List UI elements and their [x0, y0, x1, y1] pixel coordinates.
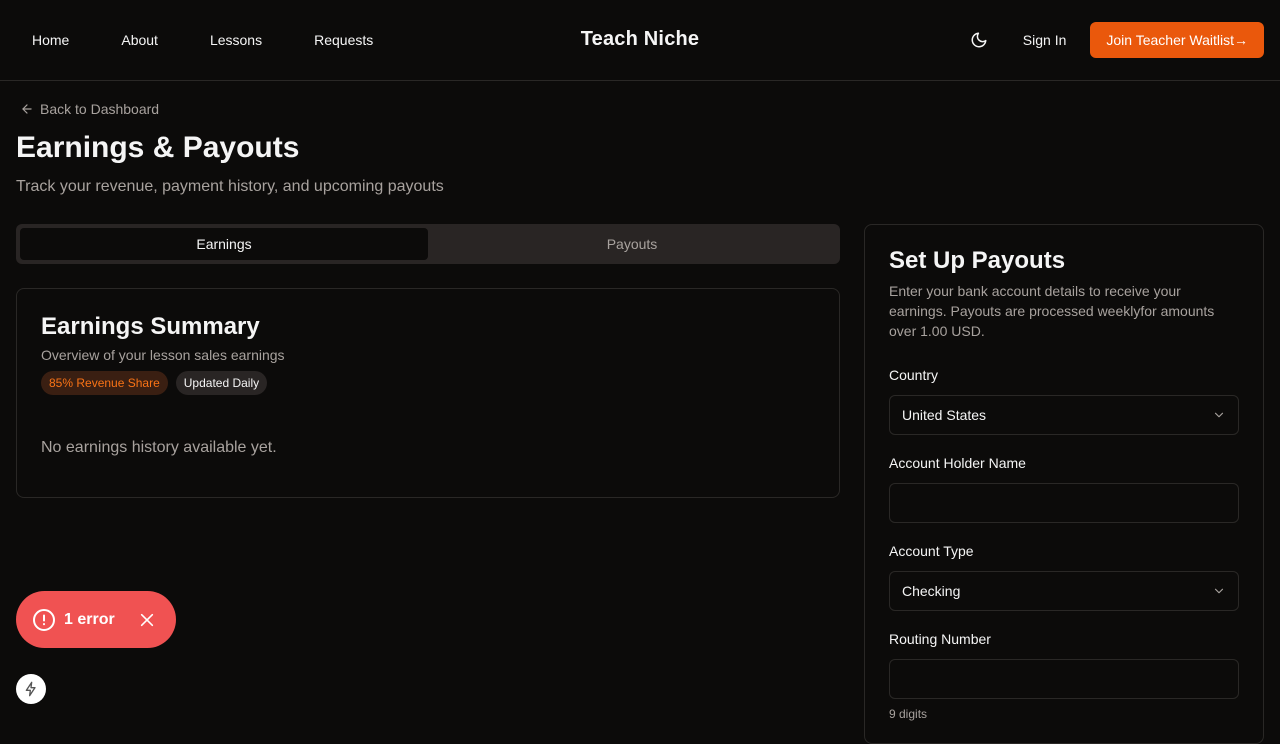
main-nav: Home About Lessons Requests — [16, 0, 409, 80]
join-teacher-waitlist-button[interactable]: Join Teacher Waitlist→ — [1090, 22, 1264, 58]
nav-home-link[interactable]: Home — [16, 24, 85, 56]
routing-number-label: Routing Number — [889, 631, 991, 647]
earnings-badges: 85% Revenue Share Updated Daily — [41, 371, 815, 395]
payout-setup-description: Enter your bank account details to recei… — [889, 283, 1215, 339]
earnings-summary-title: Earnings Summary — [41, 313, 260, 340]
header-actions: Sign In Join Teacher Waitlist→ — [961, 22, 1264, 58]
earnings-tabs: Earnings Payouts — [16, 224, 840, 264]
bolt-icon — [25, 681, 36, 697]
country-select[interactable]: United States — [889, 395, 1239, 435]
routing-number-input[interactable] — [889, 659, 1239, 699]
country-value: United States — [902, 407, 987, 423]
chevron-down-icon — [1214, 412, 1224, 418]
account-type-label: Account Type — [889, 543, 974, 559]
tab-earnings[interactable]: Earnings — [20, 228, 428, 260]
sign-in-link[interactable]: Sign In — [1011, 24, 1079, 56]
updated-daily-badge: Updated Daily — [175, 371, 268, 395]
nav-about-link[interactable]: About — [105, 24, 174, 56]
nav-lessons-link[interactable]: Lessons — [194, 24, 278, 56]
account-type-value: Checking — [902, 583, 961, 599]
routing-number-hint: 9 digits — [889, 707, 928, 721]
account-holder-label: Account Holder Name — [889, 455, 1026, 471]
payout-setup-panel: Set Up Payouts Enter your bank account d… — [864, 224, 1264, 744]
country-label: Country — [889, 367, 939, 383]
page-subtitle: Track your revenue, payment history, and… — [16, 178, 444, 195]
chevron-down-icon — [1214, 588, 1224, 594]
earnings-summary-description: Overview of your lesson sales earnings — [41, 347, 285, 363]
nav-requests-link[interactable]: Requests — [298, 24, 389, 56]
empty-earnings-message: No earnings history available yet. — [41, 439, 277, 456]
arrow-left-icon — [22, 104, 32, 114]
top-header: Home About Lessons Requests Teach Niche … — [0, 0, 1280, 81]
page-title: Earnings & Payouts — [16, 131, 300, 164]
error-count-label: 1 error — [64, 610, 115, 628]
moon-icon — [971, 32, 987, 48]
theme-toggle-button[interactable] — [961, 22, 997, 58]
error-toast[interactable]: 1 error — [16, 591, 176, 648]
tab-payouts[interactable]: Payouts — [428, 228, 836, 260]
close-icon[interactable] — [139, 612, 155, 628]
back-label: Back to Dashboard — [40, 101, 160, 117]
revenue-share-badge: 85% Revenue Share — [41, 371, 168, 395]
earnings-summary-card: Earnings Summary Overview of your lesson… — [16, 288, 840, 498]
dev-tools-button[interactable] — [16, 674, 46, 704]
back-to-dashboard-link[interactable]: Back to Dashboard — [20, 101, 159, 117]
alert-circle-icon — [33, 608, 55, 631]
account-holder-input[interactable] — [889, 483, 1239, 523]
payout-setup-title: Set Up Payouts — [889, 247, 1066, 274]
account-type-select[interactable]: Checking — [889, 571, 1239, 611]
